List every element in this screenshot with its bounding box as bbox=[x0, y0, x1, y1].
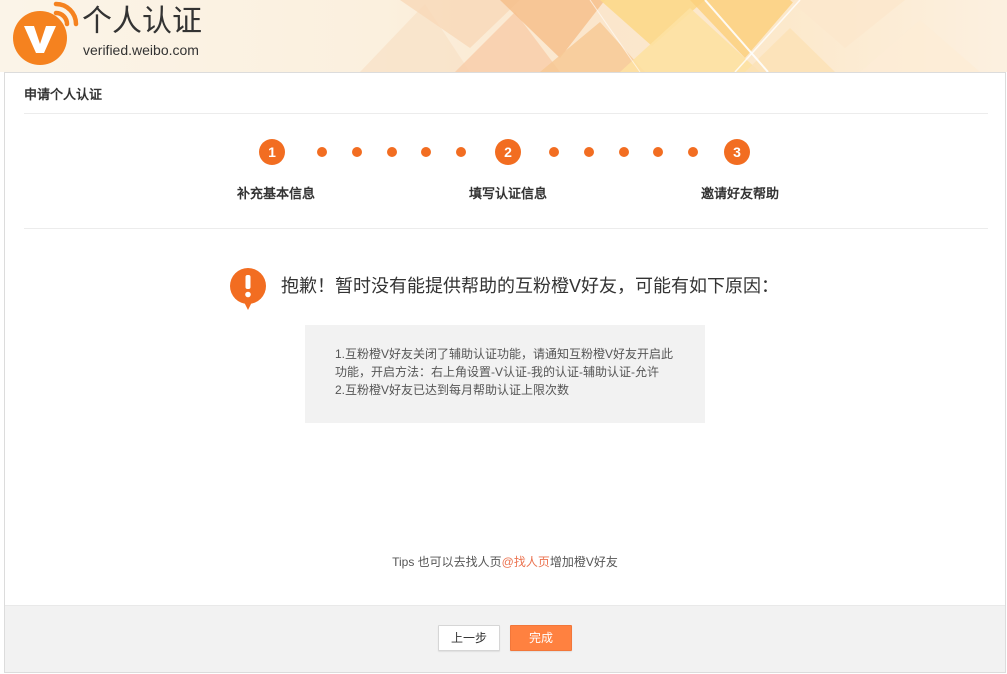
step-connector-dot bbox=[456, 147, 466, 157]
steps-divider bbox=[24, 228, 988, 229]
step-connector-dot bbox=[584, 147, 594, 157]
step-2-indicator: 2 bbox=[495, 139, 521, 165]
action-footer: 上一步 完成 bbox=[5, 605, 1005, 672]
title-divider bbox=[24, 113, 988, 114]
application-panel: 申请个人认证 1 2 3 补充基本信息 填写认证信息 邀请好友帮助 抱歉！暂时没… bbox=[4, 72, 1006, 673]
step-1-label: 补充基本信息 bbox=[236, 186, 315, 201]
notice-message: 抱歉！暂时没有能提供帮助的互粉橙V好友，可能有如下原因： bbox=[281, 276, 780, 296]
finish-button[interactable]: 完成 bbox=[510, 625, 572, 651]
step-connector-dot bbox=[619, 147, 629, 157]
verified-v-logo-icon bbox=[13, 1, 79, 65]
step-connector-dot bbox=[317, 147, 327, 157]
step-connector-dot bbox=[421, 147, 431, 157]
step-connector-dot bbox=[653, 147, 663, 157]
tips-suffix: 增加橙V好友 bbox=[549, 555, 618, 569]
warning-icon bbox=[230, 268, 266, 310]
site-title: 个人认证 bbox=[82, 5, 202, 38]
tips-prefix: Tips 也可以去找人页 bbox=[392, 555, 502, 569]
site-domain: verified.weibo.com bbox=[83, 42, 199, 58]
reason-box: 1.互粉橙V好友关闭了辅助认证功能，请通知互粉橙V好友开启此 功能，开启方法：右… bbox=[305, 325, 705, 423]
tips-text: Tips 也可以去找人页@找人页增加橙V好友 bbox=[5, 553, 1005, 571]
step-3-label: 邀请好友帮助 bbox=[700, 186, 779, 201]
page-title: 申请个人认证 bbox=[24, 87, 103, 102]
reason-line: 2.互粉橙V好友已达到每月帮助认证上限次数 bbox=[335, 383, 570, 397]
step-connector-dot bbox=[387, 147, 397, 157]
step-1-indicator: 1 bbox=[259, 139, 285, 165]
step-connector-dot bbox=[352, 147, 362, 157]
step-2-label: 填写认证信息 bbox=[468, 186, 547, 201]
find-people-link[interactable]: @找人页 bbox=[502, 555, 550, 569]
reason-line: 功能，开启方法：右上角设置-V认证-我的认证-辅助认证-允许 bbox=[335, 365, 659, 379]
reason-line: 1.互粉橙V好友关闭了辅助认证功能，请通知互粉橙V好友开启此 bbox=[335, 347, 674, 361]
back-button[interactable]: 上一步 bbox=[438, 625, 500, 651]
step-3-indicator: 3 bbox=[724, 139, 750, 165]
step-connector-dot bbox=[688, 147, 698, 157]
step-connector-dot bbox=[549, 147, 559, 157]
site-header: 个人认证 verified.weibo.com bbox=[0, 0, 1007, 72]
